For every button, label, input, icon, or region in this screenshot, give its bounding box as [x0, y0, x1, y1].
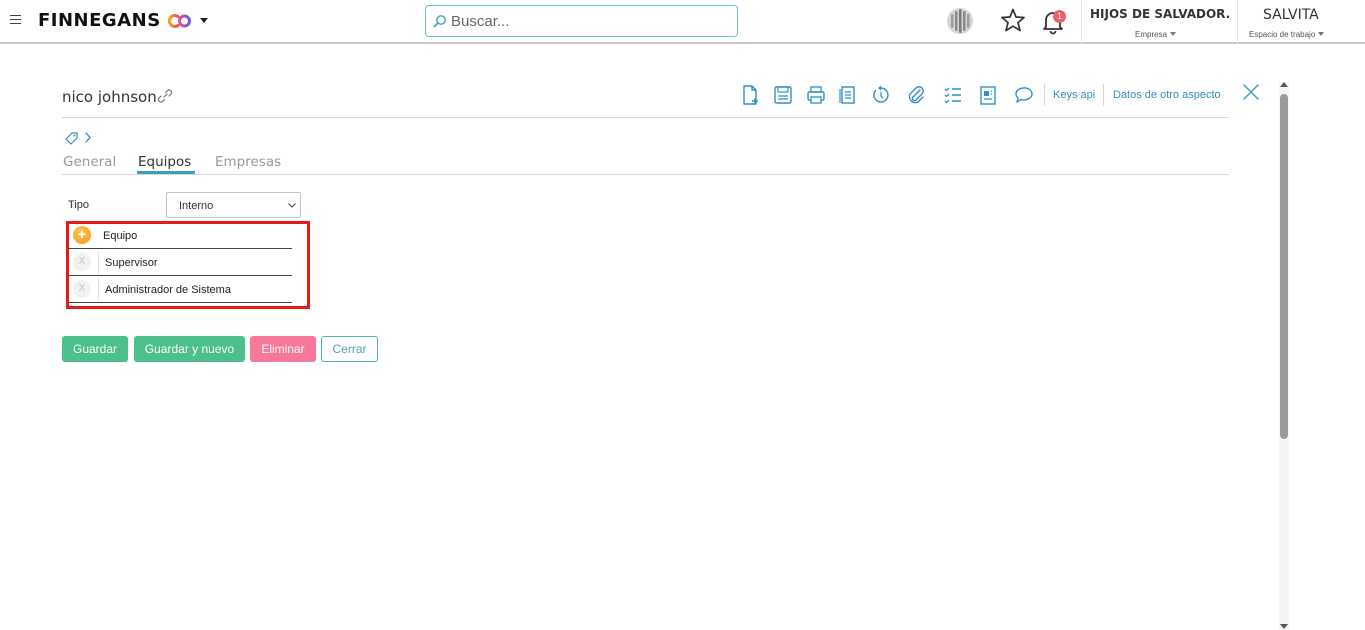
- divider: [1237, 0, 1238, 44]
- chevron-right-icon[interactable]: [84, 131, 92, 144]
- tab-empresas[interactable]: Empresas: [215, 154, 281, 170]
- add-team-button[interactable]: +: [73, 226, 91, 244]
- new-document-icon[interactable]: [739, 84, 761, 106]
- scroll-up-icon[interactable]: [1280, 82, 1288, 87]
- menu-icon[interactable]: [10, 15, 21, 25]
- remove-team-button[interactable]: X: [73, 253, 91, 271]
- toolbar-divider: [1044, 84, 1045, 106]
- comment-icon[interactable]: [1013, 84, 1035, 106]
- close-button[interactable]: Cerrar: [321, 336, 378, 362]
- search-box[interactable]: [425, 5, 738, 37]
- scroll-down-icon[interactable]: [1280, 624, 1288, 629]
- save-button[interactable]: Guardar: [62, 336, 128, 362]
- team-row-add: + Equipo: [68, 222, 292, 249]
- save-icon[interactable]: [772, 84, 794, 106]
- team-label: Supervisor: [105, 257, 158, 269]
- search-input[interactable]: [451, 10, 731, 32]
- team-label: Equipo: [103, 230, 138, 242]
- mic-icon[interactable]: [945, 6, 975, 36]
- remove-team-button[interactable]: X: [73, 280, 91, 298]
- record-title: nico johnson: [62, 88, 157, 106]
- workspace-label: Espacio de trabajo: [1249, 30, 1316, 39]
- link-icon[interactable]: [157, 88, 173, 104]
- company-label: Empresa: [1135, 30, 1168, 39]
- company-selector[interactable]: Empresa: [1135, 30, 1177, 39]
- tab-general[interactable]: General: [63, 154, 116, 170]
- toolbar-divider: [1103, 84, 1104, 106]
- copy-icon[interactable]: [837, 84, 859, 106]
- divider: [1081, 0, 1082, 44]
- tab-equipos[interactable]: Equipos: [138, 154, 191, 170]
- star-icon[interactable]: [1000, 7, 1026, 33]
- keys-api-link[interactable]: Keys api: [1053, 89, 1095, 101]
- team-row: X Administrador de Sistema: [68, 276, 292, 303]
- logo-text[interactable]: FINNEGANS: [38, 10, 161, 31]
- row-separator: [98, 251, 99, 274]
- tipo-select[interactable]: Interno: [166, 192, 301, 218]
- row-separator: [98, 278, 99, 301]
- workspace-name[interactable]: SALVITA: [1263, 7, 1319, 23]
- other-aspect-link[interactable]: Datos de otro aspecto: [1113, 89, 1221, 101]
- team-row: X Supervisor: [68, 249, 292, 276]
- history-icon[interactable]: [870, 84, 892, 106]
- logo-co-icon: [167, 14, 191, 28]
- checklist-icon[interactable]: [942, 84, 964, 106]
- row-underline: [68, 302, 292, 303]
- team-label: Administrador de Sistema: [105, 284, 231, 296]
- tabs-divider: [62, 174, 1229, 175]
- report-icon[interactable]: [977, 84, 999, 106]
- tipo-label: Tipo: [68, 199, 89, 211]
- workspace-selector[interactable]: Espacio de trabajo: [1249, 30, 1325, 39]
- attachment-icon[interactable]: [905, 84, 927, 106]
- header-divider: [62, 117, 1229, 118]
- scrollbar-thumb[interactable]: [1280, 94, 1288, 439]
- notification-badge: 1: [1053, 10, 1066, 23]
- chevron-down-icon: [1318, 32, 1325, 36]
- chevron-down-icon: [1170, 32, 1177, 36]
- close-icon[interactable]: [1242, 83, 1260, 101]
- search-icon: [433, 15, 446, 28]
- top-bar: FINNEGANS 1 HIJOS DE SALVADOR... Empresa: [0, 0, 1365, 44]
- delete-button[interactable]: Eliminar: [250, 336, 316, 362]
- chevron-down-icon: [288, 203, 296, 208]
- company-name[interactable]: HIJOS DE SALVADOR...: [1090, 7, 1230, 21]
- tipo-value: Interno: [179, 200, 214, 212]
- print-icon[interactable]: [805, 84, 827, 106]
- logo-dropdown-icon[interactable]: [200, 18, 208, 23]
- save-new-button[interactable]: Guardar y nuevo: [134, 336, 245, 362]
- tag-icon[interactable]: [65, 132, 78, 145]
